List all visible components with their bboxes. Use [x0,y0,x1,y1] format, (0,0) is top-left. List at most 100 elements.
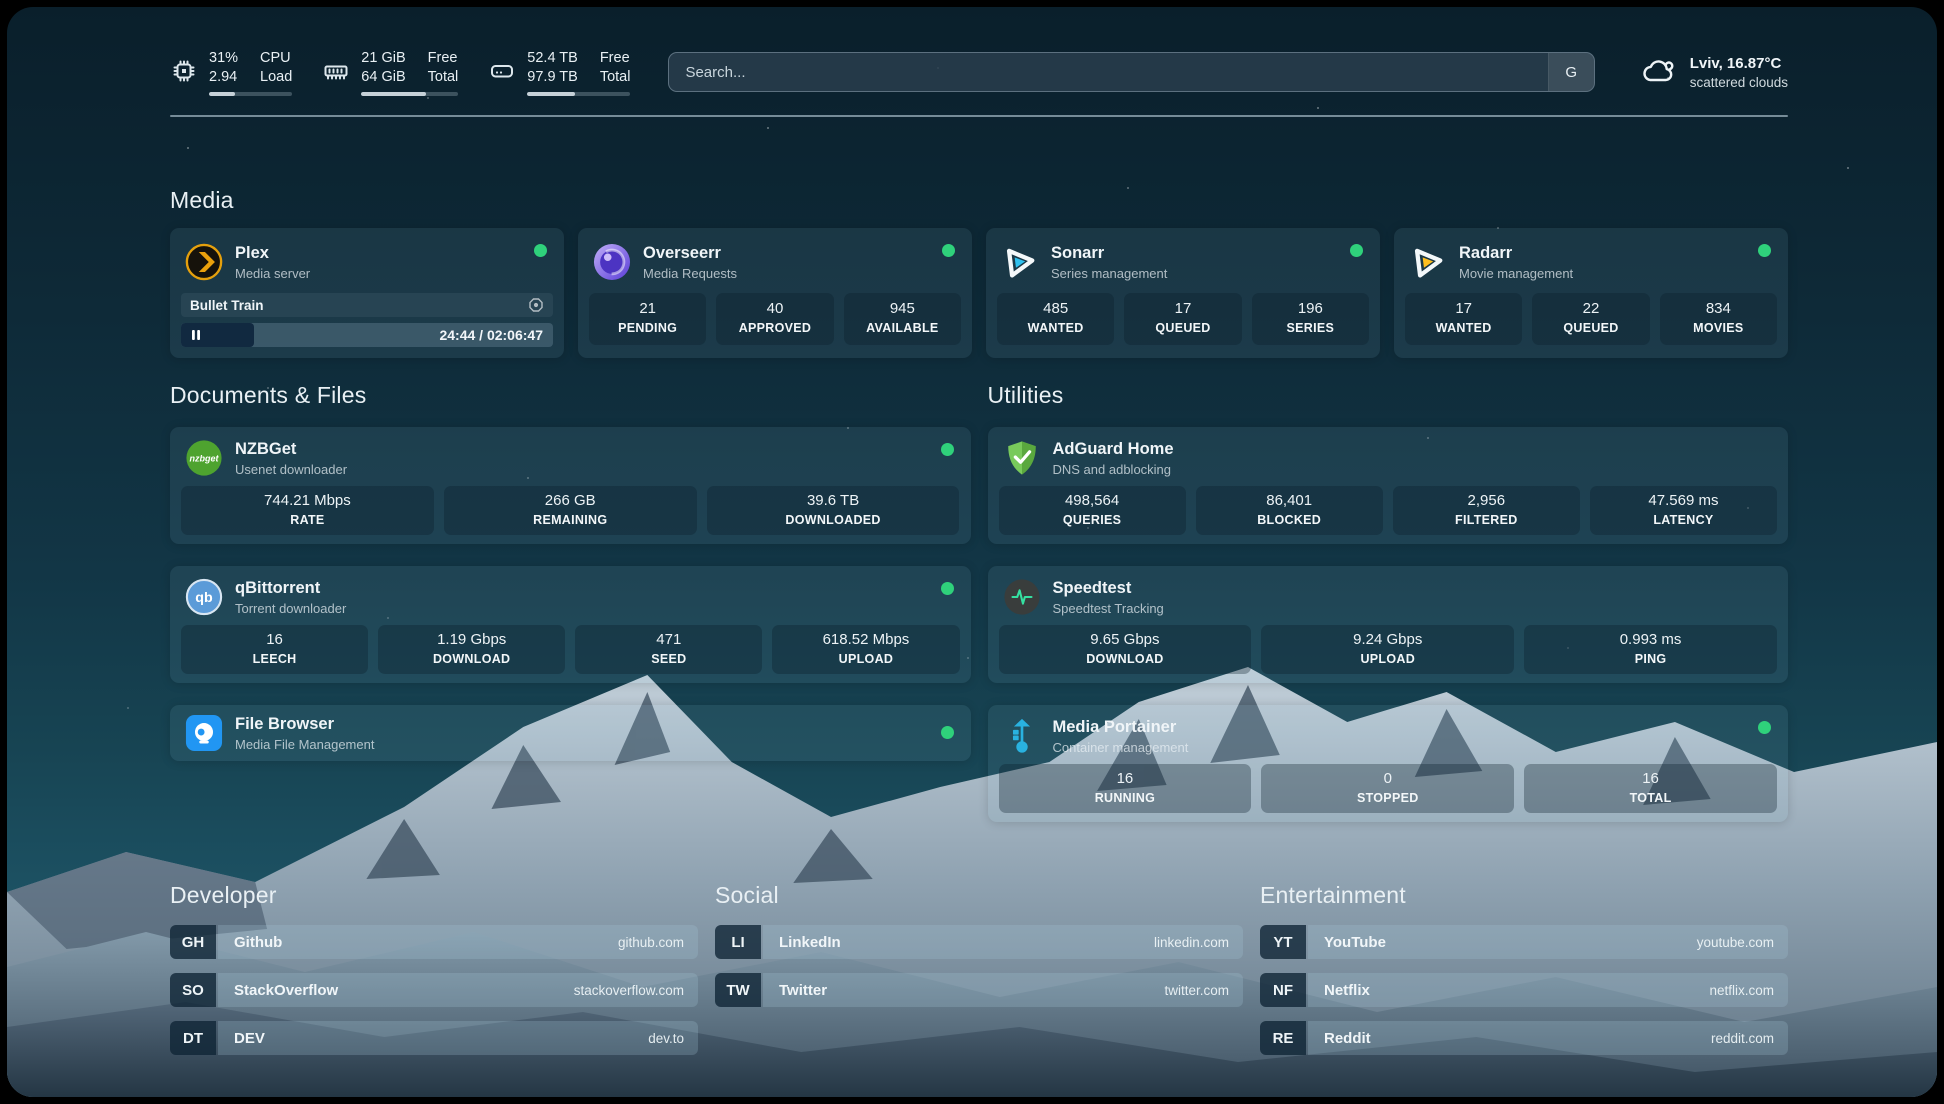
link-abbr: RE [1260,1021,1306,1055]
pause-icon [190,329,202,341]
svg-text:nzbget: nzbget [189,453,219,463]
link-name: Netflix [1324,982,1370,999]
app-name: Media Portainer [1053,717,1189,737]
speedtest-card[interactable]: Speedtest Speedtest Tracking 9.65 GbpsDO… [988,566,1789,683]
playback-elapsed[interactable] [181,323,254,347]
stat-box: 16RUNNING [999,764,1252,813]
app-subtitle: Container management [1053,740,1189,755]
app-subtitle: Media File Management [235,737,374,752]
link-url: youtube.com [1697,935,1774,950]
link-name: StackOverflow [234,982,338,999]
stat-box: 498,564QUERIES [999,486,1186,535]
stat-box: 9.65 GbpsDOWNLOAD [999,625,1252,674]
ram-free-label: Free [428,49,459,68]
link-url: netflix.com [1709,983,1774,998]
link-url: reddit.com [1711,1031,1774,1046]
ram-total-label: Total [428,68,459,87]
link-abbr: LI [715,925,761,959]
link-name: LinkedIn [779,934,841,951]
cpu-icon [170,57,198,85]
sonarr-icon [1001,243,1039,281]
link-name: DEV [234,1030,265,1047]
disk-free-label: Free [600,49,631,68]
playback-progress-bar: 24:44 / 02:06:47 [181,323,553,347]
adguard-card[interactable]: AdGuard Home DNS and adblocking 498,564Q… [988,427,1789,544]
plex-icon [185,243,223,281]
qbittorrent-card[interactable]: qb qBittorrent Torrent downloader 16LEEC… [170,566,971,683]
cpu-stat: 31% 2.94 CPU Load [170,49,292,96]
section-title-entertainment: Entertainment [1260,882,1788,909]
link-linkedin[interactable]: LI LinkedIn linkedin.com [715,925,1243,959]
link-twitter[interactable]: TW Twitter twitter.com [715,973,1243,1007]
section-title-media: Media [170,187,1788,214]
svg-text:qb: qb [195,590,213,606]
section-title-utilities: Utilities [988,382,1789,409]
stat-box: 471SEED [575,625,762,674]
app-name: qBittorrent [235,578,346,598]
app-subtitle: Speedtest Tracking [1053,601,1164,616]
link-stackoverflow[interactable]: SO StackOverflow stackoverflow.com [170,973,698,1007]
link-youtube[interactable]: YT YouTube youtube.com [1260,925,1788,959]
link-reddit[interactable]: RE Reddit reddit.com [1260,1021,1788,1055]
header-divider [170,115,1788,117]
disk-progress-bar [527,92,630,96]
stat-box: 2,956FILTERED [1393,486,1580,535]
link-abbr: SO [170,973,216,1007]
disk-stat: 52.4 TB 97.9 TB Free Total [488,49,630,96]
radarr-card[interactable]: Radarr Movie management 17WANTED 22QUEUE… [1394,228,1788,358]
adguard-icon [1003,439,1041,477]
link-name: Twitter [779,982,827,999]
stat-box: 40APPROVED [716,293,833,345]
filebrowser-icon [185,714,223,752]
link-name: Reddit [1324,1030,1371,1047]
media-grid: Plex Media server Bullet Train [170,228,1788,358]
system-stats-widget: 31% 2.94 CPU Load [170,49,630,96]
stat-box: 266 GBREMAINING [444,486,697,535]
nzbget-card[interactable]: nzbget NZBGet Usenet downloader 744.21 M… [170,427,971,544]
portainer-card[interactable]: Media Portainer Container management 16R… [988,705,1789,822]
status-dot [1350,244,1363,257]
cloud-icon [1639,53,1677,91]
filebrowser-card[interactable]: File Browser Media File Management [170,705,971,761]
media-type-icon [528,297,544,313]
radarr-icon [1409,243,1447,281]
now-playing-row: Bullet Train [181,293,553,317]
app-name: Speedtest [1053,578,1164,598]
plex-card[interactable]: Plex Media server Bullet Train [170,228,564,358]
sonarr-card[interactable]: Sonarr Series management 485WANTED 17QUE… [986,228,1380,358]
ram-stat: 21 GiB 64 GiB Free Total [322,49,458,96]
link-github[interactable]: GH Github github.com [170,925,698,959]
search-bar[interactable]: G [668,52,1594,92]
app-subtitle: Usenet downloader [235,462,347,477]
stat-box: 39.6 TBDOWNLOADED [707,486,960,535]
cpu-usage-label: CPU [260,49,292,68]
overseerr-icon [593,243,631,281]
disk-icon [488,57,516,85]
overseerr-card[interactable]: Overseerr Media Requests 21PENDING 40APP… [578,228,972,358]
app-name: NZBGet [235,439,347,459]
stat-box: 0.993 msPING [1524,625,1777,674]
status-dot [941,726,954,739]
link-abbr: GH [170,925,216,959]
link-netflix[interactable]: NF Netflix netflix.com [1260,973,1788,1007]
stat-box: 744.21 MbpsRATE [181,486,434,535]
ram-icon [322,57,350,85]
ram-progress-bar [361,92,458,96]
nzbget-icon: nzbget [185,439,223,477]
status-dot [1758,244,1771,257]
stat-box: 86,401BLOCKED [1196,486,1383,535]
cpu-load-label: Load [260,68,292,87]
app-subtitle: DNS and adblocking [1053,462,1174,477]
speedtest-icon [1003,578,1041,616]
stat-box: 9.24 GbpsUPLOAD [1261,625,1514,674]
search-input[interactable] [669,64,1547,81]
search-engine-button[interactable]: G [1548,53,1594,91]
app-subtitle: Media Requests [643,266,737,281]
cpu-progress-bar [209,92,292,96]
top-bar: 31% 2.94 CPU Load [170,45,1788,99]
link-dev[interactable]: DT DEV dev.to [170,1021,698,1055]
app-name: Plex [235,243,310,263]
qbittorrent-icon: qb [185,578,223,616]
disk-total-value: 97.9 TB [527,68,578,87]
ram-free-value: 21 GiB [361,49,405,68]
